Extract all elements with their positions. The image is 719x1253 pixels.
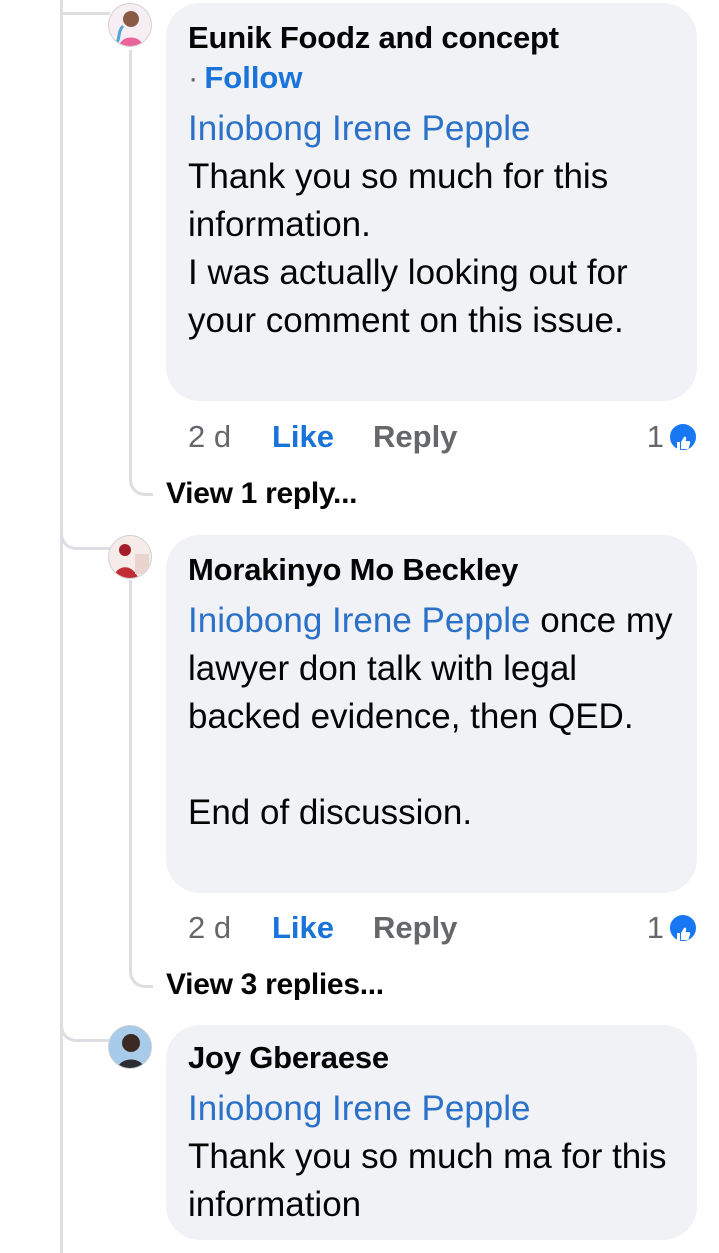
- view-replies-link[interactable]: View 1 reply...: [166, 474, 357, 514]
- avatar[interactable]: [108, 535, 152, 579]
- comment-text: Iniobong Irene Pepple once my lawyer don…: [188, 597, 675, 837]
- comment-author[interactable]: Morakinyo Mo Beckley: [188, 551, 675, 589]
- comment-line: Thank you so much ma for this informatio…: [188, 1137, 667, 1224]
- separator-dot: ·: [188, 60, 199, 95]
- thread-connector-1: [60, 12, 110, 15]
- follow-row: · Follow: [188, 57, 675, 99]
- comment-text: Iniobong Irene Pepple Thank you so much …: [188, 1085, 675, 1229]
- user-photo-icon: [114, 11, 143, 46]
- mention-link[interactable]: Iniobong Irene Pepple: [188, 1085, 675, 1133]
- avatar[interactable]: [108, 1025, 152, 1069]
- comment-line: I was actually looking out for your comm…: [188, 253, 628, 340]
- follow-button[interactable]: Follow: [204, 60, 302, 95]
- user-photo-icon: [109, 1026, 151, 1068]
- user-photo-icon: [109, 536, 151, 578]
- thread-line-main: [60, 0, 63, 1253]
- thread-curve-2: [129, 580, 153, 988]
- comment-bubble: Eunik Foodz and concept · Follow Iniobong…: [166, 3, 697, 401]
- comment-timestamp[interactable]: 2 d: [188, 906, 231, 950]
- comment-timestamp[interactable]: 2 d: [188, 415, 231, 459]
- like-icon[interactable]: [668, 422, 698, 452]
- thread-curve-1: [129, 50, 153, 496]
- comment-line: Thank you so much for this information.: [188, 157, 609, 244]
- thread-curve-top: [60, 510, 110, 550]
- reaction-count[interactable]: 1: [647, 906, 664, 950]
- mention-link[interactable]: Iniobong Irene Pepple: [188, 601, 531, 640]
- like-button[interactable]: Like: [272, 906, 334, 950]
- comment-author[interactable]: Joy Gberaese: [188, 1039, 675, 1077]
- comment-bubble: Joy Gberaese Iniobong Irene Pepple Thank…: [166, 1025, 697, 1240]
- comment-text: Iniobong Irene Pepple Thank you so much …: [188, 105, 675, 345]
- reply-button[interactable]: Reply: [373, 906, 457, 950]
- mention-link[interactable]: Iniobong Irene Pepple: [188, 105, 675, 153]
- comment-author[interactable]: Eunik Foodz and concept: [188, 19, 675, 57]
- comment-line: End of discussion.: [188, 793, 473, 832]
- view-replies-link[interactable]: View 3 replies...: [166, 965, 384, 1005]
- avatar[interactable]: [108, 3, 152, 47]
- like-button[interactable]: Like: [272, 415, 334, 459]
- like-icon[interactable]: [668, 913, 698, 943]
- thread-curve-top-2: [60, 1000, 110, 1042]
- comment-bubble: Morakinyo Mo Beckley Iniobong Irene Pepp…: [166, 535, 697, 893]
- reaction-count[interactable]: 1: [647, 415, 664, 459]
- comment-actions: 2 d Like Reply 1: [188, 415, 698, 459]
- comment-actions: 2 d Like Reply 1: [188, 906, 698, 950]
- reply-button[interactable]: Reply: [373, 415, 457, 459]
